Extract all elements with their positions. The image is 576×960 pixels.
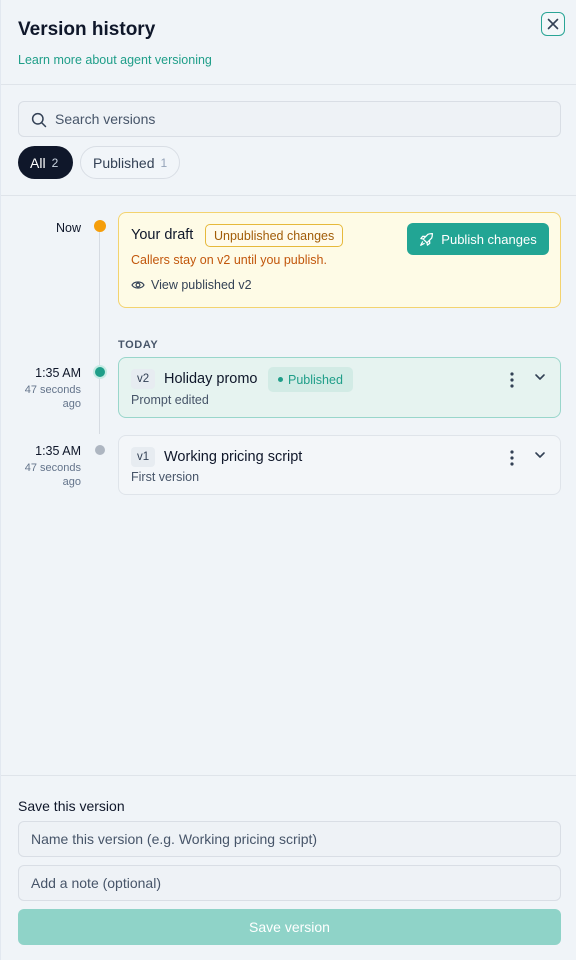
timeline-line <box>99 228 100 434</box>
close-button[interactable] <box>541 12 565 36</box>
chevron-down-icon[interactable] <box>533 370 547 384</box>
filter-count: 1 <box>160 155 168 170</box>
draft-time: Now <box>55 221 81 235</box>
draft-title: Your draft <box>131 227 194 243</box>
published-dot-icon <box>278 377 283 382</box>
version-time: 1:35 AM <box>35 444 81 458</box>
version-card-v1[interactable]: v1 Working pricing script First version <box>118 435 561 495</box>
version-ago: ago <box>62 476 81 488</box>
save-section-title: Save this version <box>18 798 125 814</box>
published-label: Published <box>288 372 343 387</box>
filter-count: 2 <box>51 155 59 170</box>
view-published-link[interactable]: View published v2 <box>131 278 252 292</box>
save-version-button[interactable]: Save version <box>18 909 561 945</box>
version-tag: v2 <box>131 369 156 389</box>
view-published-label: View published v2 <box>151 278 252 292</box>
filter-label: Published <box>93 154 155 171</box>
version-tag: v1 <box>131 447 156 467</box>
chevron-down-icon[interactable] <box>533 448 547 462</box>
draft-timeline-dot <box>94 220 106 232</box>
draft-card: Your draft Unpublished changes Callers s… <box>118 212 561 308</box>
kebab-menu-icon[interactable] <box>505 448 519 468</box>
learn-more-link[interactable]: Learn more about agent versioning <box>18 53 212 67</box>
publish-changes-button[interactable]: Publish changes <box>407 223 549 255</box>
unpublished-badge: Unpublished changes <box>205 224 344 247</box>
search-input[interactable] <box>55 102 555 136</box>
version-note: First version <box>131 470 200 484</box>
version-ago: 47 seconds <box>24 384 81 396</box>
draft-message: Callers stay on v2 until you publish. <box>131 253 327 267</box>
publish-changes-label: Publish changes <box>441 231 537 247</box>
version-card-v2[interactable]: v2 Holiday promo Published Prompt edited <box>118 357 561 418</box>
panel-title: Version history <box>18 19 156 40</box>
close-icon <box>547 18 559 30</box>
filter-label: All <box>30 154 46 171</box>
section-divider <box>1 195 576 196</box>
version-time: 1:35 AM <box>35 366 81 380</box>
filter-all-tab[interactable]: All 2 <box>18 146 73 179</box>
save-version-footer: Save this version Save version <box>1 775 576 960</box>
version-note: Prompt edited <box>131 393 209 407</box>
version-name-input[interactable] <box>18 821 561 857</box>
search-icon <box>31 112 47 128</box>
v1-timeline-dot <box>95 445 105 455</box>
section-label-today: TODAY <box>118 339 159 351</box>
version-history-panel: Version history Learn more about agent v… <box>0 0 576 960</box>
eye-icon <box>131 281 145 289</box>
v2-timeline-dot <box>93 365 107 379</box>
version-name: Holiday promo <box>164 371 258 387</box>
kebab-menu-icon[interactable] <box>505 370 519 390</box>
version-note-input[interactable] <box>18 865 561 901</box>
version-ago: ago <box>62 398 81 410</box>
panel-header: Version history Learn more about agent v… <box>1 0 576 85</box>
rocket-icon <box>420 232 434 246</box>
search-box <box>18 101 561 137</box>
published-badge: Published <box>268 367 353 392</box>
version-name: Working pricing script <box>164 449 303 465</box>
version-ago: 47 seconds <box>24 462 81 474</box>
filter-published-tab[interactable]: Published 1 <box>80 146 180 179</box>
